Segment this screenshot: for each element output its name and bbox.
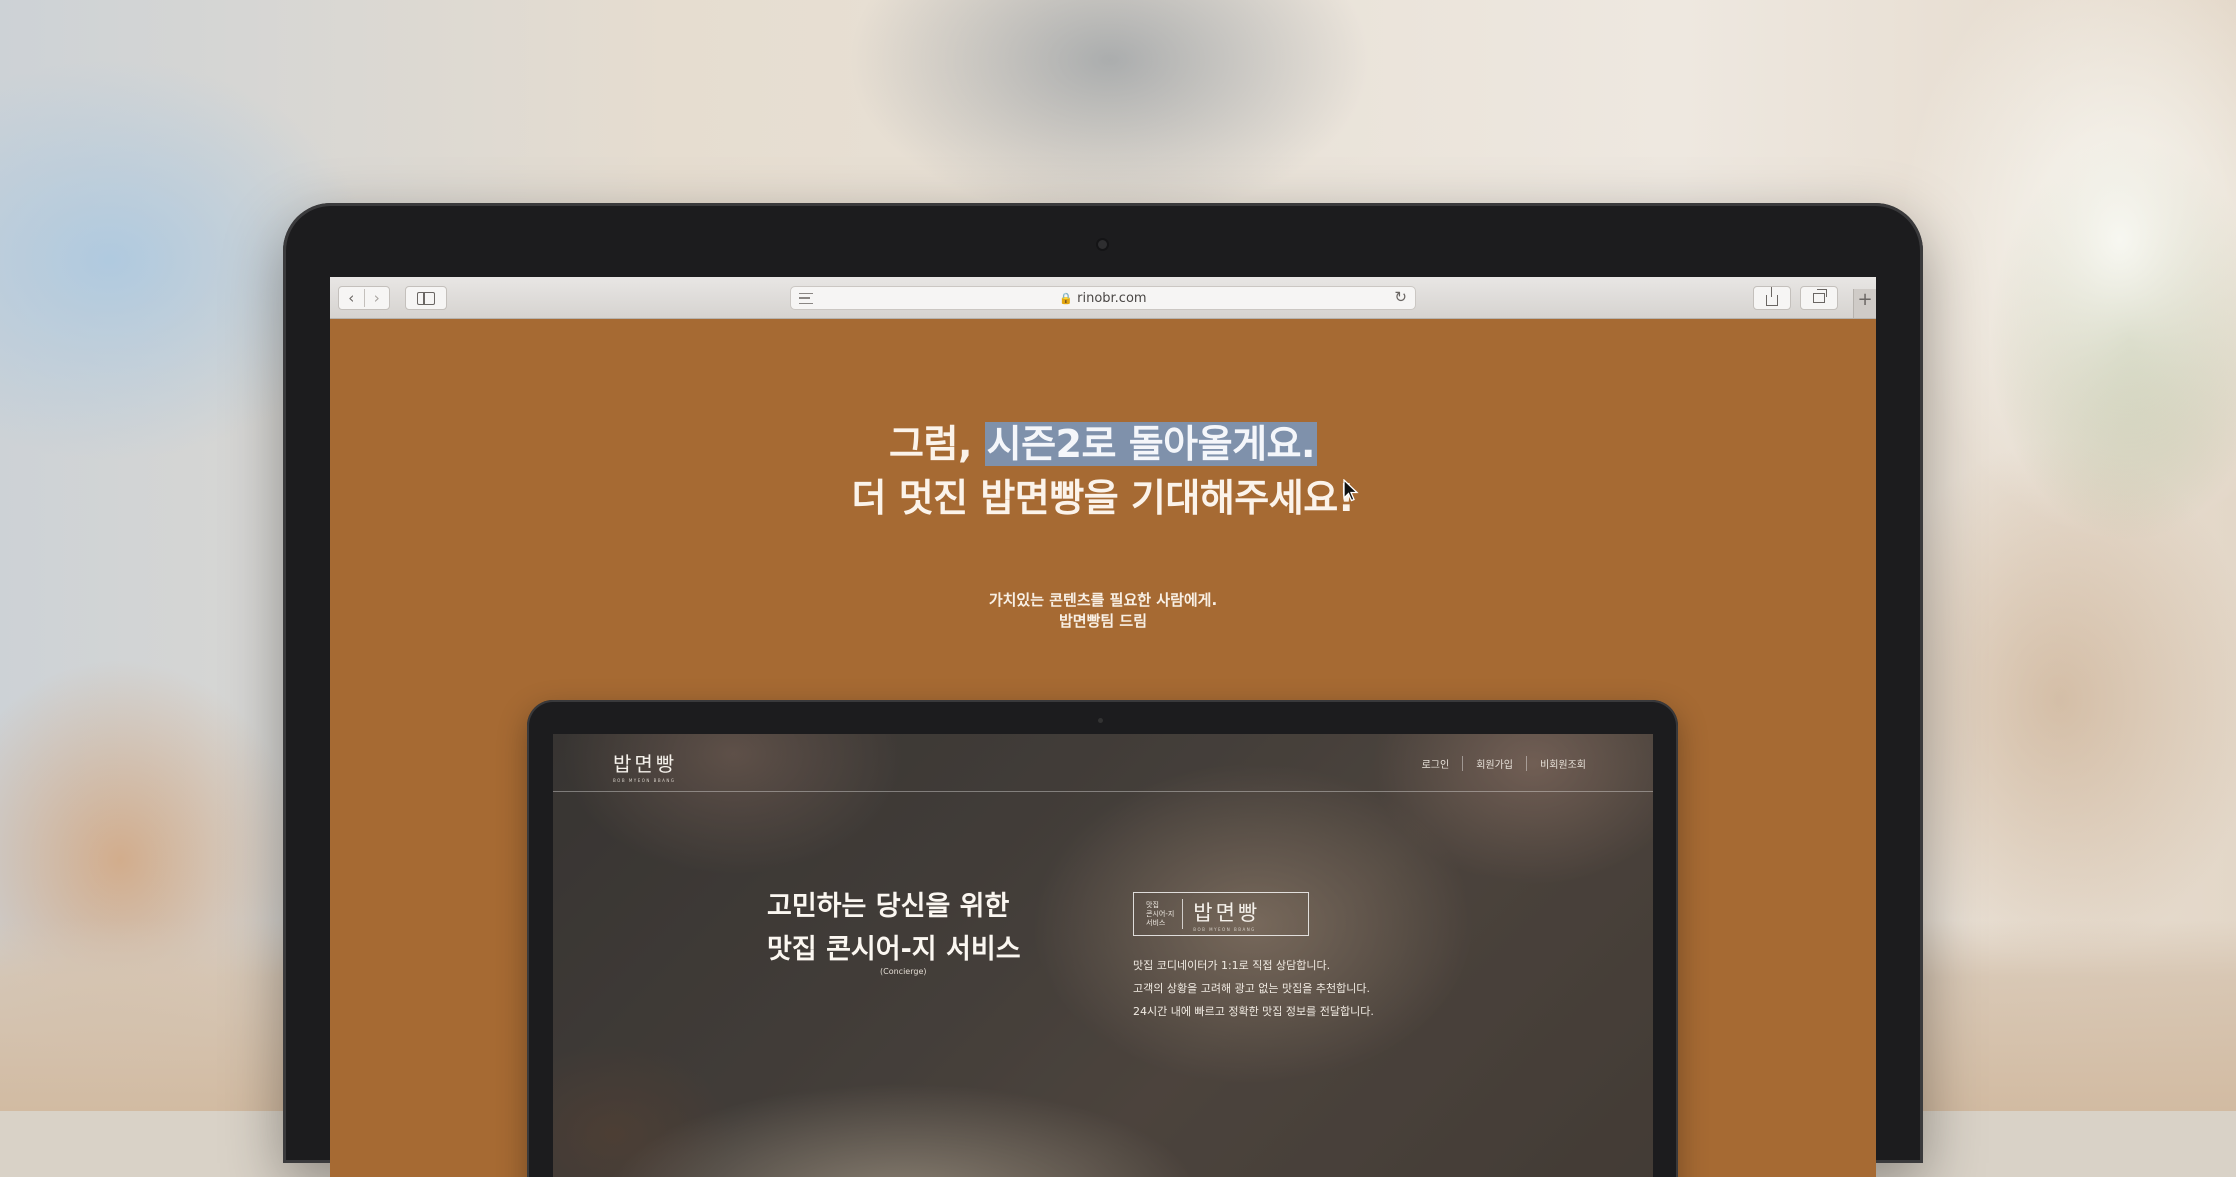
url-text: rinobr.com — [1077, 290, 1147, 306]
browser-toolbar: ‹ › 🔒 rinobr.com ↻ + — [330, 277, 1876, 319]
badge-logo-text: 밥면빵 — [1193, 900, 1261, 925]
headline-line-1: 그럼, 시즌2로 돌아올게요. — [330, 417, 1876, 471]
subtext-line-2: 밥면빵팀 드림 — [1058, 612, 1148, 630]
browser-window: ‹ › 🔒 rinobr.com ↻ + 그럼, 시즌2로 돌아올게요. 더 멋… — [330, 277, 1876, 1177]
preview-camera-icon — [1098, 718, 1103, 723]
badge-logo-subtext: BOB MYEON BBANG — [1193, 926, 1256, 932]
preview-title-line-1: 고민하는 당신을 위한 — [767, 891, 1010, 922]
back-forward-buttons: ‹ › — [338, 286, 390, 310]
logo-subtext: BOB MYEON BBANG — [613, 778, 676, 783]
preview-logo[interactable]: 밥면빵 BOB MYEON BBANG — [613, 748, 677, 783]
badge-caption-line: 서비스 — [1146, 918, 1166, 927]
preview-header: 밥면빵 BOB MYEON BBANG 로그인 회원가입 비회원조회 — [553, 734, 1653, 792]
preview-laptop: 밥면빵 BOB MYEON BBANG 로그인 회원가입 비회원조회 고민하는 … — [527, 700, 1678, 1177]
nav-login-link[interactable]: 로그인 — [1409, 756, 1463, 771]
headline-line-2: 더 멋진 밥면빵을 기대해주세요! — [851, 476, 1356, 520]
feature-item: 고객의 상황을 고려해 광고 없는 맛집을 추천합니다. — [1133, 982, 1370, 995]
share-icon — [1766, 286, 1778, 306]
selected-text[interactable]: 시즌2로 돌아올게요. — [984, 422, 1317, 466]
reader-icon[interactable] — [799, 293, 813, 304]
mouse-cursor-icon — [1343, 479, 1359, 502]
logo-text: 밥면빵 — [613, 752, 678, 776]
camera-icon — [1098, 240, 1107, 249]
preview-title-line-2: 맛집 콘시어-지 서비스 — [767, 934, 1021, 965]
feature-item: 24시간 내에 빠르고 정확한 맛집 정보를 전달합니다. — [1133, 1005, 1374, 1018]
badge-logo: 밥면빵 BOB MYEON BBANG — [1183, 897, 1260, 932]
share-button[interactable] — [1753, 286, 1791, 310]
feature-item: 맛집 코디네이터가 1:1로 직접 상담합니다. — [1133, 959, 1331, 972]
sidebar-icon — [417, 291, 435, 305]
tabs-icon — [1813, 289, 1827, 303]
nav-guest-order-link[interactable]: 비회원조회 — [1526, 756, 1599, 771]
preview-title: 고민하는 당신을 위한 맛집 콘시어-지 서비스 — [767, 885, 1021, 971]
new-tab-button[interactable]: + — [1853, 289, 1876, 318]
nav-signup-link[interactable]: 회원가입 — [1462, 756, 1526, 771]
preview-nav: 로그인 회원가입 비회원조회 — [1409, 756, 1599, 771]
forward-button[interactable]: › — [365, 289, 390, 307]
hero-headline: 그럼, 시즌2로 돌아올게요. 더 멋진 밥면빵을 기대해주세요! — [330, 417, 1876, 525]
preview-badge: 맛집 콘시어-지 서비스 밥면빵 BOB MYEON BBANG — [1133, 892, 1309, 936]
sidebar-toggle-button[interactable] — [405, 286, 447, 310]
address-bar[interactable]: 🔒 rinobr.com ↻ — [790, 286, 1416, 310]
back-button[interactable]: ‹ — [339, 289, 365, 307]
reload-icon[interactable]: ↻ — [1394, 288, 1407, 306]
preview-features: 맛집 코디네이터가 1:1로 직접 상담합니다. 고객의 상황을 고려해 광고 … — [1133, 954, 1374, 1023]
preview-title-note: (Concierge) — [880, 967, 927, 976]
badge-caption: 맛집 콘시어-지 서비스 — [1134, 899, 1184, 929]
headline-text: 그럼, — [889, 422, 985, 466]
subtext-line-1: 가치있는 콘텐츠를 필요한 사람에게. — [988, 591, 1218, 609]
badge-caption-line: 맛집 — [1146, 900, 1159, 909]
hero-subtext: 가치있는 콘텐츠를 필요한 사람에게. 밥면빵팀 드림 — [330, 590, 1876, 632]
lock-icon: 🔒 — [1059, 291, 1074, 305]
badge-caption-line: 콘시어-지 — [1146, 909, 1175, 918]
tabs-overview-button[interactable] — [1800, 286, 1838, 310]
laptop-frame: ‹ › 🔒 rinobr.com ↻ + 그럼, 시즌2로 돌아올게요. 더 멋… — [283, 203, 1923, 1177]
